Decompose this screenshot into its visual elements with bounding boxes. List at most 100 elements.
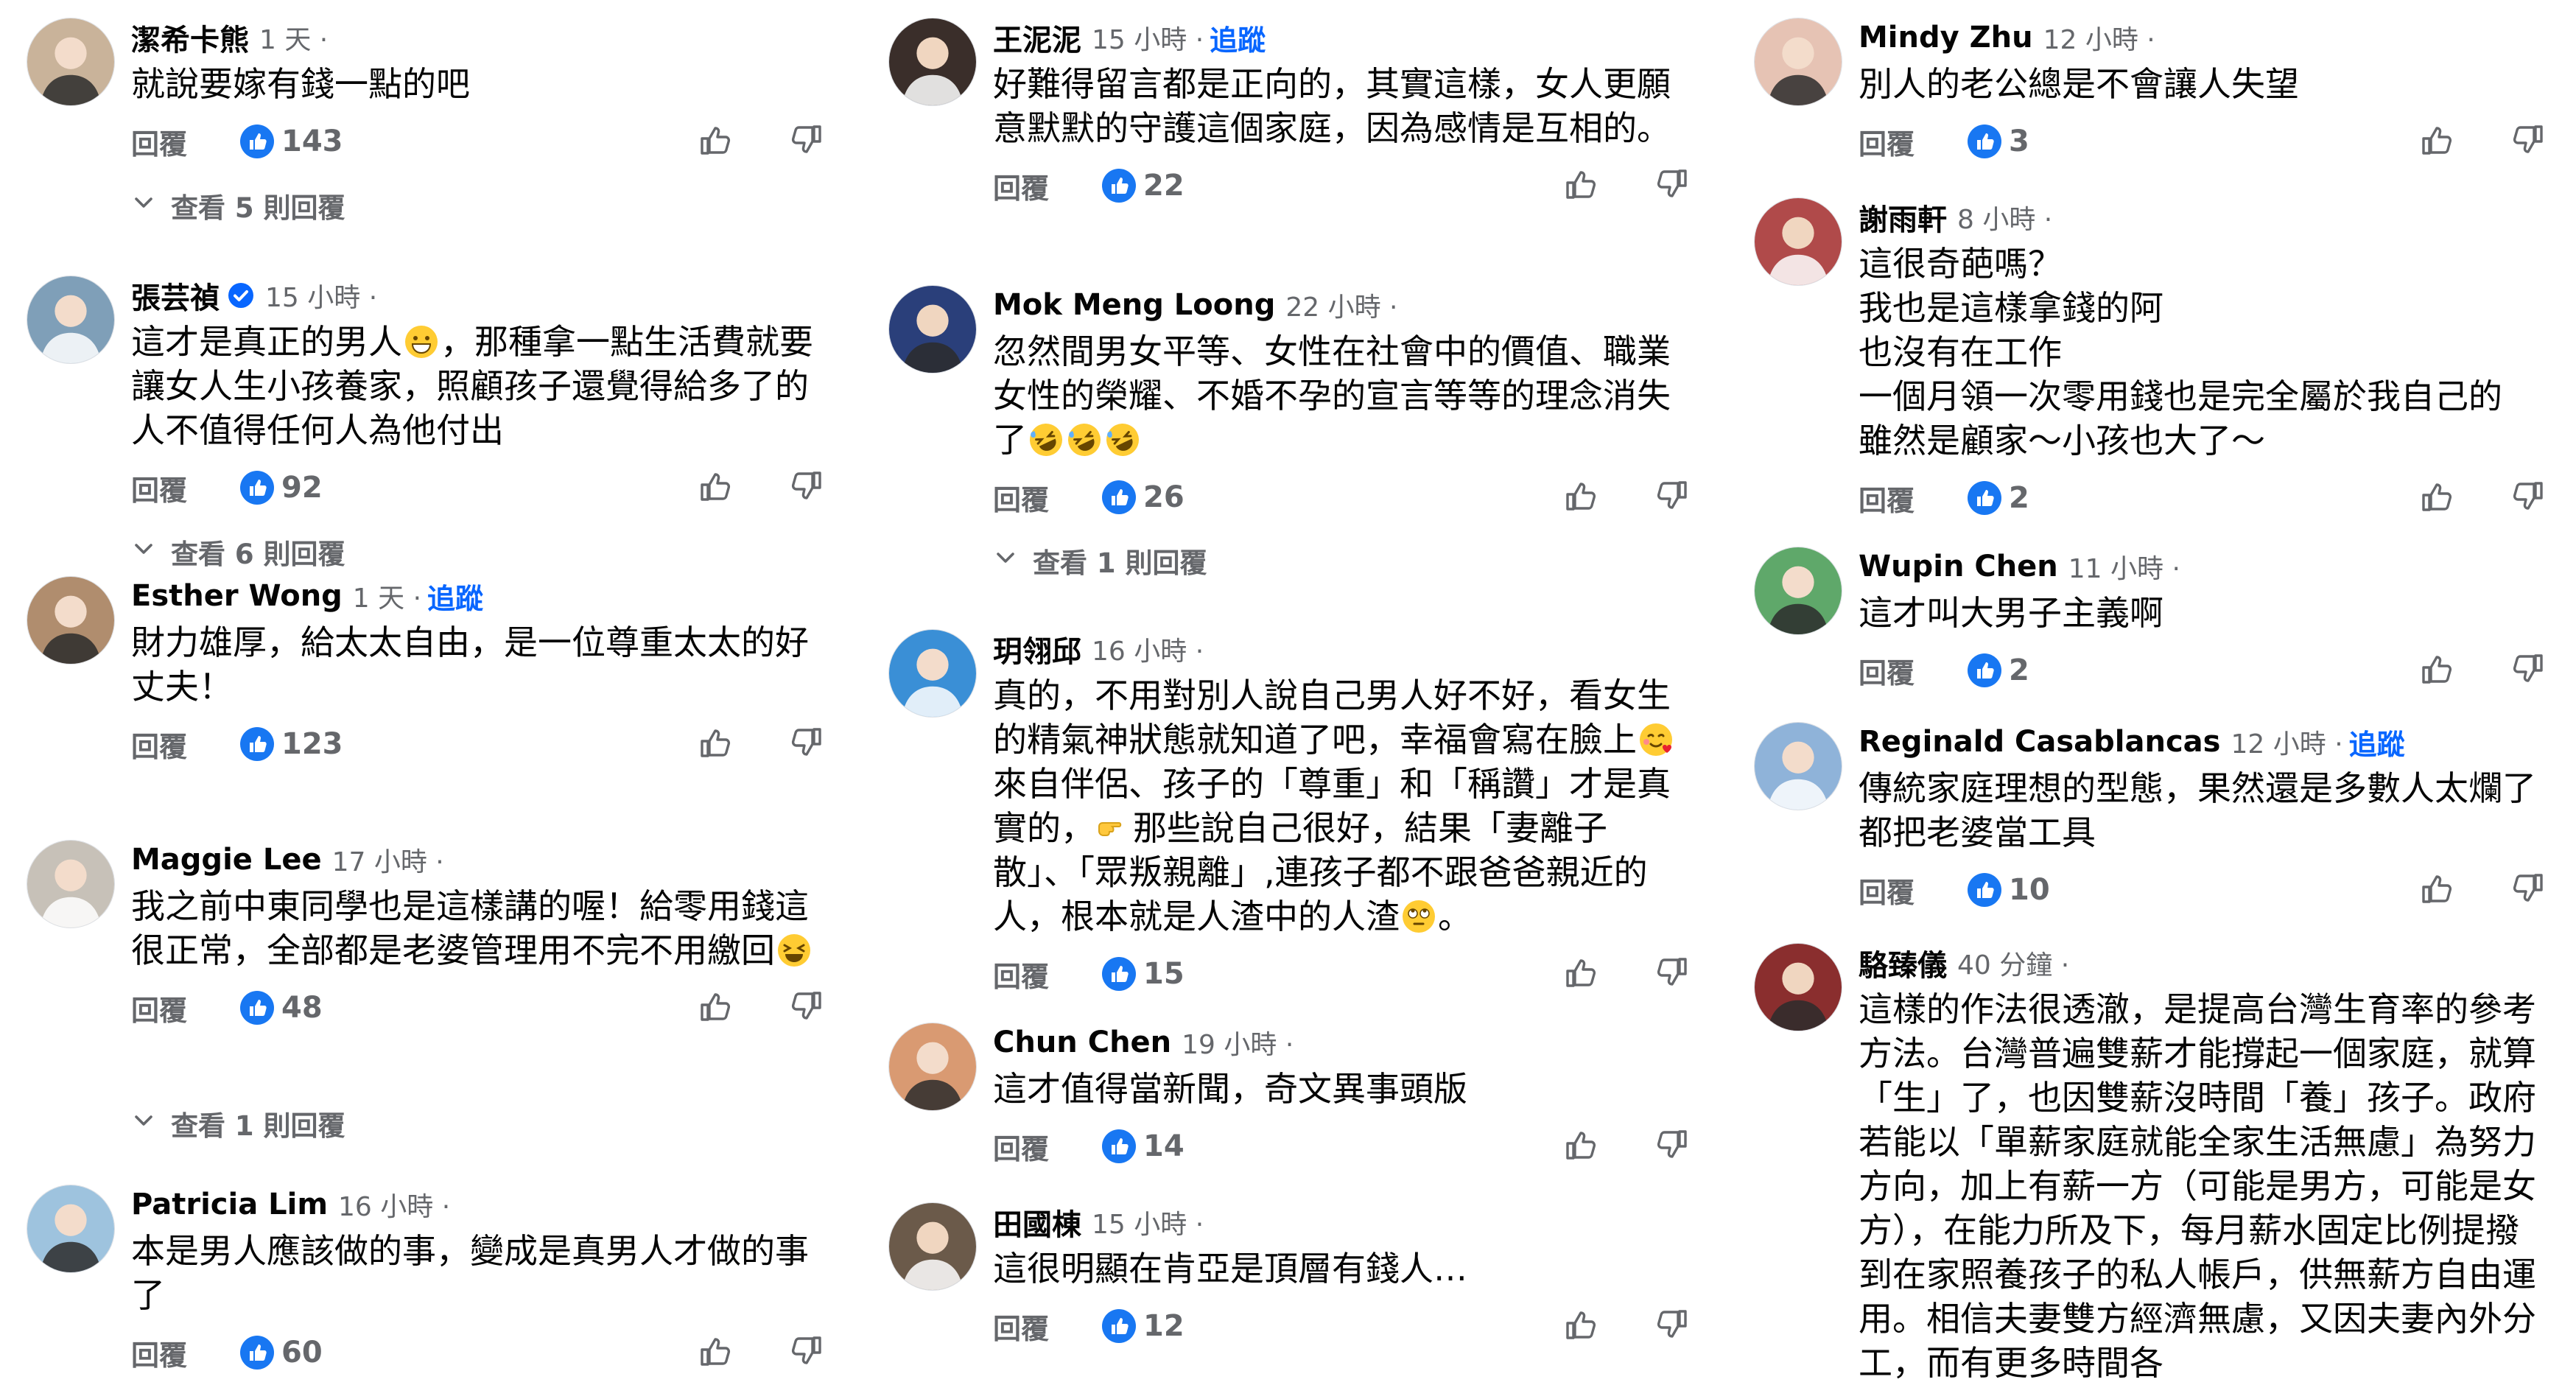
reaction-summary[interactable]: 92	[240, 471, 323, 505]
thumbs-down-icon[interactable]	[1652, 165, 1691, 203]
thumbs-up-icon[interactable]	[1562, 1126, 1601, 1164]
thumbs-up-icon[interactable]	[2418, 650, 2457, 688]
timestamp[interactable]: 22 小時 ·	[1285, 286, 1397, 324]
thumbs-down-icon[interactable]	[787, 723, 825, 762]
thumbs-up-icon[interactable]	[1562, 953, 1601, 992]
reply-button[interactable]: 回覆	[131, 122, 187, 162]
reaction-summary[interactable]: 12	[1102, 1309, 1185, 1343]
reply-button[interactable]: 回覆	[993, 1306, 1049, 1347]
timestamp[interactable]: 11 小時 ·	[2068, 547, 2180, 586]
thumbs-down-icon[interactable]	[2508, 650, 2547, 688]
avatar[interactable]	[888, 1202, 977, 1291]
avatar[interactable]	[888, 629, 977, 718]
commenter-name[interactable]: Chun Chen	[993, 1025, 1171, 1059]
timestamp[interactable]: 12 小時 ·	[2231, 723, 2342, 761]
follow-link[interactable]: 追蹤	[1210, 18, 1266, 58]
commenter-name[interactable]: 田國棟	[993, 1201, 1081, 1244]
commenter-name[interactable]: Wupin Chen	[1859, 550, 2058, 583]
timestamp[interactable]: 15 小時 ·	[265, 276, 377, 315]
thumbs-up-icon[interactable]	[697, 467, 735, 505]
commenter-name[interactable]: 駱臻儀	[1859, 942, 1947, 984]
reaction-summary[interactable]: 143	[240, 125, 343, 158]
reply-button[interactable]: 回覆	[993, 1126, 1049, 1167]
view-replies-button[interactable]: 查看 6 則回覆	[131, 532, 345, 572]
reaction-summary[interactable]: 10	[1968, 873, 2050, 907]
commenter-name[interactable]: Maggie Lee	[131, 843, 322, 877]
timestamp[interactable]: 15 小時 ·	[1092, 18, 1204, 57]
thumbs-up-icon[interactable]	[697, 1332, 735, 1370]
reply-button[interactable]: 回覆	[131, 1333, 187, 1373]
avatar[interactable]	[888, 1023, 977, 1111]
avatar[interactable]	[1754, 547, 1842, 635]
timestamp[interactable]: 19 小時 ·	[1182, 1023, 1294, 1062]
thumbs-down-icon[interactable]	[1652, 1305, 1691, 1344]
thumbs-down-icon[interactable]	[2508, 121, 2547, 159]
reply-button[interactable]: 回覆	[131, 724, 187, 765]
avatar[interactable]	[1754, 722, 1842, 810]
thumbs-up-icon[interactable]	[697, 987, 735, 1025]
thumbs-down-icon[interactable]	[1652, 477, 1691, 515]
thumbs-up-icon[interactable]	[1562, 165, 1601, 203]
commenter-name[interactable]: Mindy Zhu	[1859, 21, 2033, 55]
thumbs-down-icon[interactable]	[2508, 869, 2547, 908]
thumbs-down-icon[interactable]	[787, 987, 825, 1025]
commenter-name[interactable]: 王泥泥	[993, 16, 1081, 59]
timestamp[interactable]: 1 天 ·	[259, 18, 328, 57]
commenter-name[interactable]: 玥翎邱	[993, 628, 1081, 670]
reaction-summary[interactable]: 14	[1102, 1129, 1185, 1163]
reply-button[interactable]: 回覆	[1859, 870, 1915, 911]
thumbs-up-icon[interactable]	[697, 121, 735, 159]
reply-button[interactable]: 回覆	[1859, 478, 1915, 519]
timestamp[interactable]: 12 小時 ·	[2043, 18, 2155, 57]
reply-button[interactable]: 回覆	[993, 954, 1049, 995]
timestamp[interactable]: 16 小時 ·	[1092, 630, 1204, 668]
thumbs-up-icon[interactable]	[2418, 869, 2457, 908]
thumbs-up-icon[interactable]	[2418, 121, 2457, 159]
avatar[interactable]	[888, 285, 977, 374]
reaction-summary[interactable]: 123	[240, 727, 343, 761]
reaction-summary[interactable]: 3	[1968, 125, 2029, 158]
timestamp[interactable]: 40 分鐘 ·	[1957, 944, 2069, 982]
thumbs-down-icon[interactable]	[2508, 477, 2547, 516]
reply-button[interactable]: 回覆	[1859, 651, 1915, 691]
avatar[interactable]	[27, 1185, 115, 1273]
reaction-summary[interactable]: 2	[1968, 653, 2029, 687]
reaction-summary[interactable]: 22	[1102, 169, 1185, 203]
thumbs-down-icon[interactable]	[1652, 953, 1691, 992]
timestamp[interactable]: 1 天 ·	[353, 577, 421, 615]
thumbs-down-icon[interactable]	[787, 467, 825, 505]
timestamp[interactable]: 16 小時 ·	[338, 1185, 450, 1224]
avatar[interactable]	[27, 840, 115, 928]
commenter-name[interactable]: Mok Meng Loong	[993, 288, 1275, 322]
thumbs-down-icon[interactable]	[1652, 1126, 1691, 1164]
avatar[interactable]	[1754, 18, 1842, 106]
commenter-name[interactable]: 張芸禎	[131, 274, 220, 317]
avatar[interactable]	[888, 18, 977, 106]
reply-button[interactable]: 回覆	[993, 477, 1049, 518]
thumbs-down-icon[interactable]	[787, 1332, 825, 1370]
reply-button[interactable]: 回覆	[131, 988, 187, 1028]
avatar[interactable]	[1754, 943, 1842, 1031]
commenter-name[interactable]: Esther Wong	[131, 579, 343, 613]
reaction-summary[interactable]: 15	[1102, 957, 1185, 991]
reaction-summary[interactable]: 26	[1102, 480, 1185, 514]
timestamp[interactable]: 15 小時 ·	[1092, 1203, 1204, 1241]
avatar[interactable]	[1754, 197, 1842, 286]
avatar[interactable]	[27, 18, 115, 106]
thumbs-up-icon[interactable]	[2418, 477, 2457, 516]
thumbs-up-icon[interactable]	[1562, 477, 1601, 515]
view-replies-button[interactable]: 查看 1 則回覆	[993, 541, 1207, 581]
commenter-name[interactable]: 潔希卡熊	[131, 16, 249, 59]
reaction-summary[interactable]: 2	[1968, 481, 2029, 515]
reply-button[interactable]: 回覆	[993, 166, 1049, 206]
commenter-name[interactable]: Reginald Casablancas	[1859, 725, 2220, 759]
thumbs-up-icon[interactable]	[697, 723, 735, 762]
avatar[interactable]	[27, 576, 115, 665]
avatar[interactable]	[27, 276, 115, 364]
reaction-summary[interactable]: 60	[240, 1336, 323, 1370]
follow-link[interactable]: 追蹤	[427, 576, 483, 617]
follow-link[interactable]: 追蹤	[2349, 722, 2405, 762]
reaction-summary[interactable]: 48	[240, 991, 323, 1025]
commenter-name[interactable]: 謝雨軒	[1859, 196, 1947, 239]
thumbs-down-icon[interactable]	[787, 121, 825, 159]
